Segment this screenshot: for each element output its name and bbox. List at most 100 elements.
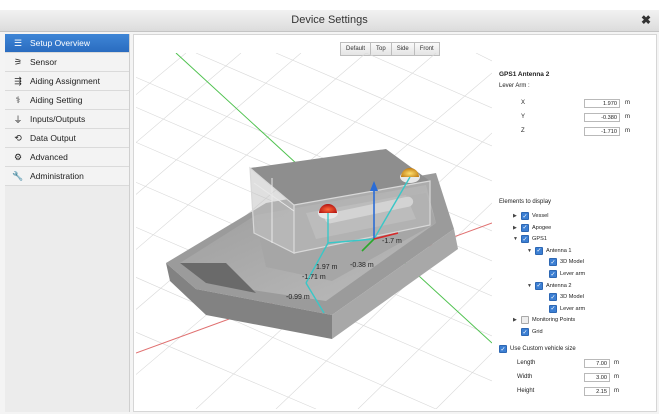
tree-item-label: Vessel <box>532 213 549 219</box>
device-settings-window: Device Settings ✖ ☰ Setup Overview ⚞ Sensor… <box>0 0 659 414</box>
sidebar-item-setup-overview[interactable]: ☰ Setup Overview <box>5 34 129 53</box>
unit-label: m <box>614 388 619 394</box>
size-row-height: Height 2.15 m <box>499 387 657 397</box>
sensor-icon: ⚞ <box>13 56 23 67</box>
sidebar-item-label: Data Output <box>30 133 76 143</box>
tree-item-apogee[interactable]: ▶ ✓ Apogee <box>513 223 551 233</box>
elements-label: Elements to display <box>499 199 552 205</box>
tree-item-label: Grid <box>532 329 543 335</box>
checkbox[interactable] <box>521 316 529 325</box>
axis-label: Y <box>521 114 526 120</box>
unit-label: m <box>625 128 630 134</box>
tree-item-3d-model[interactable]: ✓ 3D Model <box>541 257 584 267</box>
tree-item-3d-model[interactable]: ✓ 3D Model <box>541 292 584 302</box>
plug-icon: ⏚ <box>13 114 23 125</box>
checkbox[interactable]: ✓ <box>549 258 557 267</box>
sidebar-item-advanced[interactable]: ⚙ Advanced <box>5 148 129 167</box>
tree-item-label: 3D Model <box>560 294 584 301</box>
tree-item-label: GPS1 <box>532 236 547 243</box>
checkbox[interactable]: ✓ <box>535 281 543 290</box>
size-label: Width <box>517 374 533 380</box>
width-input[interactable]: 3.00 <box>584 373 610 382</box>
custom-size-label: Use Custom vehicle size <box>510 346 576 352</box>
sidebar-item-data-output[interactable]: ⟲ Data Output <box>5 129 129 148</box>
antenna-title: GPS1 Antenna 2 <box>499 71 550 78</box>
main-panel: Default Top Side Front -1.7 m 1.97 m -0.… <box>133 34 657 412</box>
unit-label: m <box>614 374 619 380</box>
size-row-width: Width 3.00 m <box>499 373 657 383</box>
sidebar-item-label: Setup Overview <box>30 38 90 48</box>
sidebar-item-label: Sensor <box>30 57 57 67</box>
sidebar-item-label: Administration <box>30 171 84 181</box>
tree-item-lever-arm[interactable]: ✓ Lever arm <box>541 269 585 279</box>
tree-item-label: Monitoring Points <box>532 317 576 324</box>
expanded-arrow-icon[interactable]: ▼ <box>527 283 535 289</box>
lever-arm-label: Lever Arm : <box>499 83 530 89</box>
collapsed-arrow-icon[interactable]: ▶ <box>513 225 521 231</box>
3d-viewport[interactable]: -1.7 m 1.97 m -0.38 m -1.71 m -0.99 m <box>136 53 492 409</box>
lever-arm-z-input[interactable]: -1.710 <box>584 127 620 136</box>
checkbox[interactable]: ✓ <box>535 246 543 255</box>
expanded-arrow-icon[interactable]: ▼ <box>527 248 535 254</box>
lever-arm-distance-label: -1.71 m <box>302 274 326 281</box>
close-icon[interactable]: ✖ <box>641 13 651 27</box>
checkbox[interactable]: ✓ <box>549 304 557 313</box>
sidebar-item-aiding-assignment[interactable]: ⇶ Aiding Assignment <box>5 72 129 91</box>
checkbox[interactable]: ✓ <box>521 328 529 336</box>
top-strip <box>0 0 659 10</box>
checkbox[interactable]: ✓ <box>521 212 529 220</box>
checkbox[interactable]: ✓ <box>549 270 557 278</box>
tree-item-label: Antenna 2 <box>546 282 572 289</box>
sidebar-item-sensor[interactable]: ⚞ Sensor <box>5 53 129 72</box>
tree-item-label: Lever arm <box>560 305 586 312</box>
lever-arm-distance-label: -1.7 m <box>382 238 402 245</box>
sidebar-item-aiding-setting[interactable]: ⚕ Aiding Setting <box>5 91 129 110</box>
aiding-setting-icon: ⚕ <box>15 94 21 105</box>
tree-item-antenna-1[interactable]: ▼ ✓ Antenna 1 <box>527 246 572 256</box>
tree-item-vessel[interactable]: ▶ ✓ Vessel <box>513 211 548 221</box>
unit-label: m <box>625 114 630 120</box>
size-label: Height <box>517 388 535 394</box>
title-bar: Device Settings ✖ <box>0 10 659 32</box>
axis-label: Z <box>521 128 525 134</box>
checkbox[interactable]: ✓ <box>549 293 557 302</box>
expanded-arrow-icon[interactable]: ▼ <box>513 236 521 242</box>
axis-label: X <box>521 100 526 106</box>
lever-arm-distance-label: 1.97 m <box>316 264 338 271</box>
lever-arm-distance-label: -0.38 m <box>350 262 374 269</box>
tree-item-label: Antenna 1 <box>546 247 572 254</box>
sidebar: ☰ Setup Overview ⚞ Sensor ⇶ Aiding Assignment… <box>5 34 130 412</box>
wrench-icon: 🔧 <box>12 170 24 181</box>
list-icon: ☰ <box>13 37 23 48</box>
tree-item-grid[interactable]: ✓ Grid <box>513 327 543 337</box>
lever-arm-x-input[interactable]: 1.970 <box>584 99 620 108</box>
tree-item-lever-arm[interactable]: ✓ Lever arm <box>541 304 585 314</box>
sidebar-item-label: Aiding Setting <box>30 95 83 105</box>
checkbox[interactable]: ✓ <box>521 235 529 244</box>
sidebar-item-label: Inputs/Outputs <box>30 114 86 124</box>
checkbox[interactable]: ✓ <box>521 223 529 232</box>
data-output-icon: ⟲ <box>14 132 22 143</box>
length-input[interactable]: 7.00 <box>584 359 610 368</box>
sidebar-item-administration[interactable]: 🔧 Administration <box>5 167 129 186</box>
size-label: Length <box>517 360 536 366</box>
gear-icon: ⚙ <box>13 151 23 162</box>
tree-item-label: 3D Model <box>560 259 584 266</box>
collapsed-arrow-icon[interactable]: ▶ <box>513 317 521 323</box>
unit-label: m <box>625 100 630 106</box>
tree-item-label: Lever arm <box>560 271 586 277</box>
tree-item-label: Apogee <box>532 224 552 231</box>
custom-size-checkbox[interactable]: ✓ <box>499 345 507 353</box>
tree-item-gps1[interactable]: ▼ ✓ GPS1 <box>513 234 547 244</box>
unit-label: m <box>614 360 619 366</box>
tree-item-monitoring-points[interactable]: ▶ Monitoring Points <box>513 315 575 325</box>
custom-size-row[interactable]: ✓ Use Custom vehicle size <box>499 345 576 353</box>
collapsed-arrow-icon[interactable]: ▶ <box>513 213 521 219</box>
lever-arm-y-input[interactable]: -0.380 <box>584 113 620 122</box>
tree-item-antenna-2[interactable]: ▼ ✓ Antenna 2 <box>527 281 572 291</box>
lever-arm-distance-label: -0.99 m <box>286 294 310 301</box>
height-input[interactable]: 2.15 <box>584 387 610 396</box>
sidebar-item-inputs-outputs[interactable]: ⏚ Inputs/Outputs <box>5 110 129 129</box>
sidebar-item-label: Advanced <box>30 152 68 162</box>
lever-arm-row-x: X 1.970 m <box>499 99 657 109</box>
